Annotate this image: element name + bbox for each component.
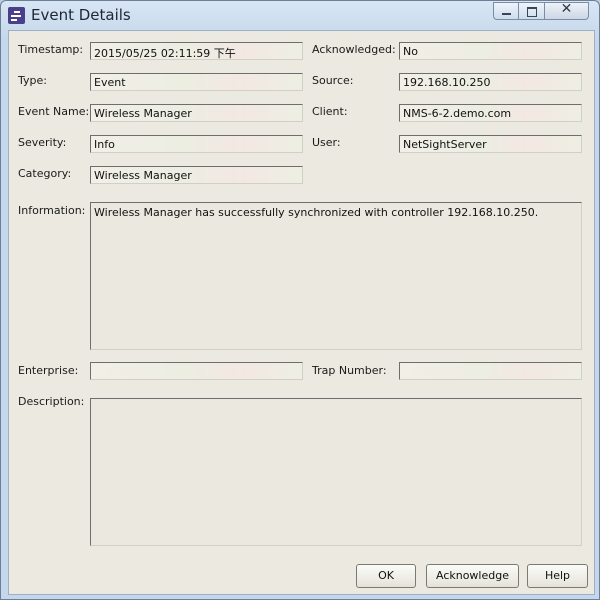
window-title: Event Details: [31, 6, 131, 24]
timestamp-field[interactable]: 2015/05/25 02:11:59 下午: [90, 42, 303, 60]
information-textarea[interactable]: Wireless Manager has successfully synchr…: [90, 202, 582, 350]
user-field[interactable]: NetSightServer: [399, 135, 582, 153]
category-label: Category:: [18, 167, 72, 180]
minimize-icon: [502, 13, 511, 15]
help-button[interactable]: Help: [527, 564, 588, 588]
event-name-field[interactable]: Wireless Manager: [90, 104, 303, 122]
severity-field[interactable]: Info: [90, 135, 303, 153]
event-details-window: Event Details ✕ Timestamp: 2015/05/25 02…: [0, 0, 600, 600]
description-textarea[interactable]: [90, 398, 582, 546]
category-field[interactable]: Wireless Manager: [90, 166, 303, 184]
trap-number-field[interactable]: [399, 362, 582, 380]
acknowledge-button[interactable]: Acknowledge: [426, 564, 519, 588]
maximize-button[interactable]: [519, 2, 545, 20]
dialog-content: Timestamp: 2015/05/25 02:11:59 下午 Type: …: [8, 30, 595, 595]
event-name-label: Event Name:: [18, 105, 90, 118]
minimize-button[interactable]: [493, 2, 519, 20]
user-label: User:: [312, 136, 341, 149]
window-controls: ✕: [493, 1, 589, 20]
enterprise-field[interactable]: [90, 362, 303, 380]
enterprise-label: Enterprise:: [18, 364, 79, 377]
type-label: Type:: [18, 74, 47, 87]
client-field[interactable]: NMS-6-2.demo.com: [399, 104, 582, 122]
source-field[interactable]: 192.168.10.250: [399, 73, 582, 91]
acknowledged-label: Acknowledged:: [312, 43, 396, 56]
title-bar[interactable]: Event Details ✕: [1, 1, 599, 29]
close-button[interactable]: ✕: [545, 1, 589, 20]
ok-button[interactable]: OK: [356, 564, 416, 588]
timestamp-label: Timestamp:: [18, 43, 84, 56]
maximize-icon: [527, 7, 537, 17]
close-icon: ✕: [560, 1, 573, 17]
severity-label: Severity:: [18, 136, 67, 149]
source-label: Source:: [312, 74, 354, 87]
client-label: Client:: [312, 105, 348, 118]
description-label: Description:: [18, 395, 85, 408]
event-details-app-icon: [8, 7, 25, 24]
information-label: Information:: [18, 204, 86, 217]
trap-number-label: Trap Number:: [312, 364, 387, 377]
type-field[interactable]: Event: [90, 73, 303, 91]
acknowledged-field[interactable]: No: [399, 42, 582, 60]
